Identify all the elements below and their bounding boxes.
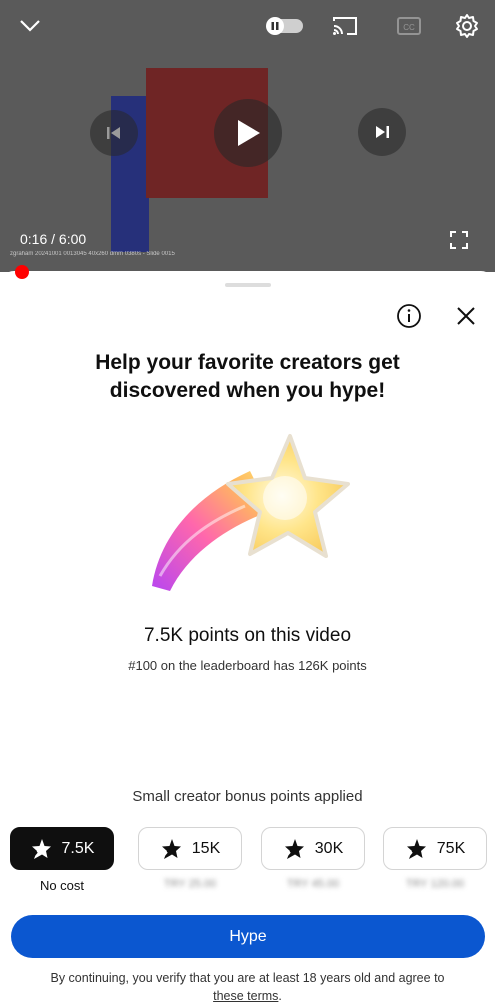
hype-option-15k[interactable]: 15K [138,827,242,870]
svg-text:CC: CC [403,23,415,32]
video-caption: zgraham 20241001 0013045 40x260 dmm 0380… [10,251,175,257]
progress-scrubber[interactable] [15,265,29,279]
previous-icon[interactable] [90,110,138,156]
video-player[interactable]: CC 0:16 / 6:00 zgraham 20241001 0013045 … [0,0,495,272]
option-label: 30K [314,839,344,857]
hype-button[interactable]: Hype [11,915,485,958]
terms-end: . [278,989,282,1003]
hype-star-icon [283,838,304,860]
option-label: 7.5K [61,839,95,857]
leaderboard-text: #100 on the leaderboard has 126K points [128,658,367,673]
close-icon[interactable] [454,304,478,328]
option-price: TRY 25.00 [163,878,217,890]
shooting-star-illustration [140,426,360,601]
hype-star-icon [29,838,51,860]
time-separator: / [47,231,59,247]
hype-option-7-5k[interactable]: 7.5K [10,827,114,870]
current-time: 0:16 [20,231,48,247]
terms-link[interactable]: these terms [213,989,278,1003]
terms-notice: By continuing, you verify that you are a… [10,969,485,1004]
time-display: 0:16 / 6:00 [20,231,86,247]
info-icon[interactable] [396,303,422,329]
autoplay-toggle[interactable] [262,10,306,42]
sheet-headline: Help your favorite creators get discover… [95,351,400,402]
hype-sheet: Help your favorite creators get discover… [0,271,495,1004]
total-time: 6:00 [58,231,87,247]
hype-options: 7.5K No cost 15K TRY 25.00 30K TRY 45.00… [10,827,487,893]
terms-text: By continuing, you verify that you are a… [50,971,445,985]
video-points-title: 7.5K points on this video [143,625,352,646]
hype-star-icon [405,838,426,860]
fullscreen-icon[interactable] [448,229,470,251]
option-price: TRY 45.00 [286,878,340,890]
chevron-down-icon[interactable] [14,10,46,42]
hype-option-30k[interactable]: 30K [261,827,365,870]
play-icon[interactable] [214,99,282,167]
gear-icon[interactable] [452,10,482,42]
option-sub: No cost [39,878,85,893]
option-label: 75K [436,839,466,857]
option-price: TRY 120.00 [405,878,465,890]
hype-option-75k[interactable]: 75K [383,827,487,870]
drag-handle[interactable] [225,283,271,287]
next-icon[interactable] [358,108,406,156]
hype-star-icon [160,838,181,860]
cast-icon[interactable] [330,10,360,42]
option-label: 15K [191,839,221,857]
captions-icon[interactable]: CC [396,10,422,42]
bonus-points-text: Small creator bonus points applied [132,788,363,805]
